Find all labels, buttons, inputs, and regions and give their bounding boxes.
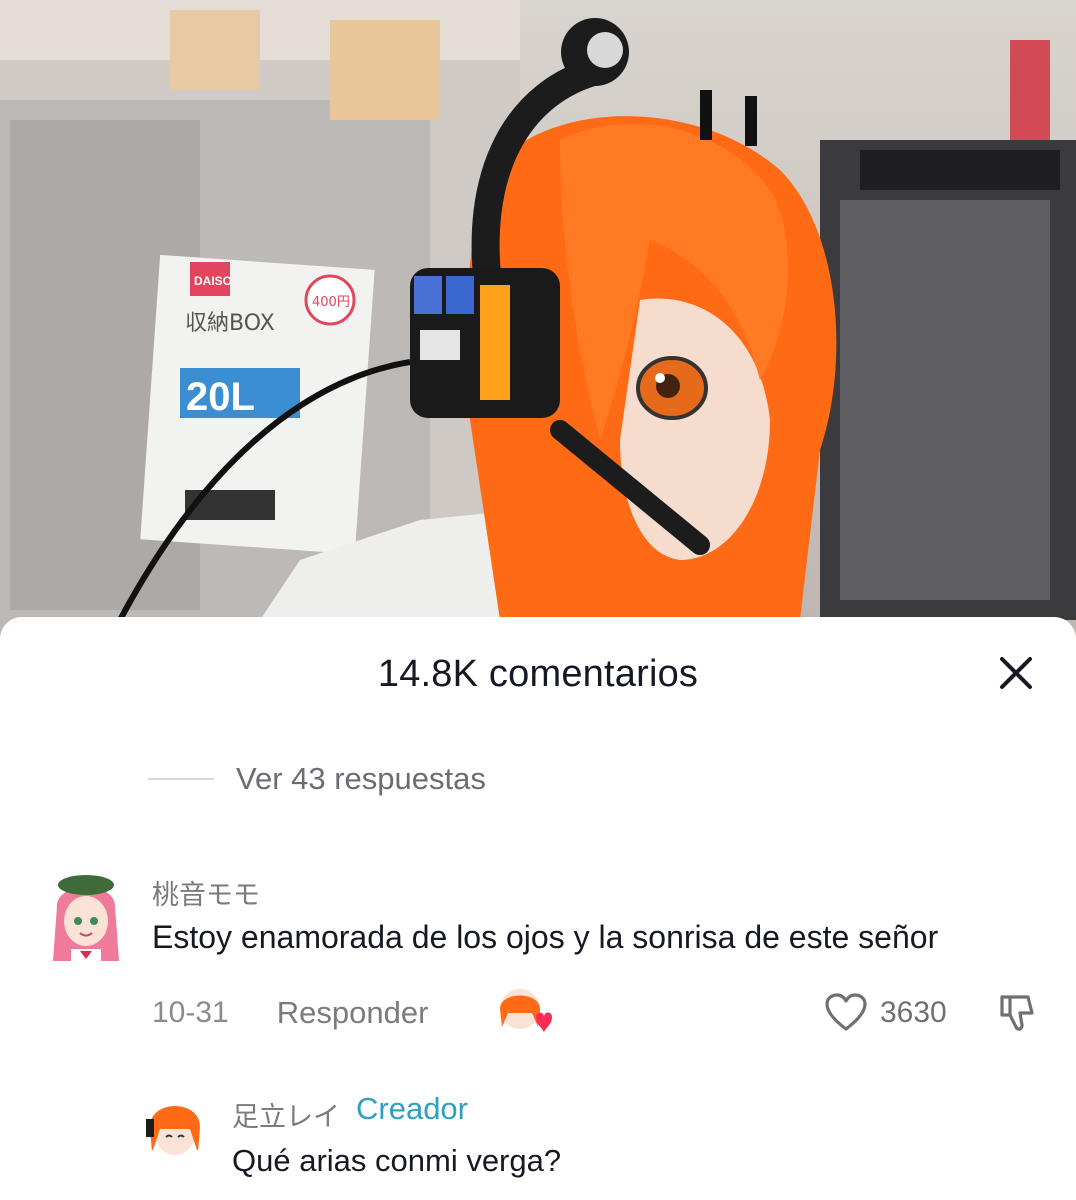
comments-sheet: 14.8K comentarios Ver 43 respuestas 桃音モモ… <box>0 617 1076 1200</box>
product-label: DAISO 400円 収納BOX 20L <box>140 254 375 555</box>
view-replies-label: Ver 43 respuestas <box>236 761 486 796</box>
thumbs-down-icon[interactable] <box>994 991 1038 1035</box>
creator-avatar[interactable] <box>142 1093 208 1159</box>
creator-avatar-heart-icon <box>500 989 552 1033</box>
comment-username[interactable]: 桃音モモ <box>152 873 260 912</box>
view-replies-button[interactable]: Ver 43 respuestas <box>148 757 486 801</box>
reply-button[interactable]: Responder <box>277 995 429 1031</box>
reply-username[interactable]: 足立レイ <box>232 1095 340 1134</box>
svg-text:400円: 400円 <box>312 295 350 310</box>
close-icon[interactable] <box>990 647 1042 699</box>
svg-text:収納BOX: 収納BOX <box>185 311 275 336</box>
like-button[interactable]: 3630 <box>824 991 947 1035</box>
dislike-button[interactable] <box>994 991 1038 1035</box>
heart-icon[interactable] <box>824 993 868 1033</box>
svg-text:DAISO: DAISO <box>194 274 232 288</box>
comment-date: 10-31 <box>152 996 229 1029</box>
reply-text: Qué arias conmi verga? <box>232 1143 562 1178</box>
replies-divider <box>148 778 214 780</box>
creator-liked-badge <box>498 987 556 1037</box>
photo-illustration: DAISO 400円 収納BOX 20L <box>0 0 1076 640</box>
comments-title: 14.8K comentarios <box>377 653 699 695</box>
comment-text: Estoy enamorada de los ojos y la sonrisa… <box>152 919 939 955</box>
avatar[interactable] <box>47 871 125 971</box>
video-thumbnail: DAISO 400円 収納BOX 20L <box>0 0 1076 640</box>
close-button[interactable] <box>990 647 1042 699</box>
like-count: 3630 <box>880 996 947 1029</box>
creator-badge: Creador <box>356 1091 468 1126</box>
comment-meta: 10-31 Responder <box>152 993 428 1033</box>
svg-text:20L: 20L <box>186 375 255 419</box>
